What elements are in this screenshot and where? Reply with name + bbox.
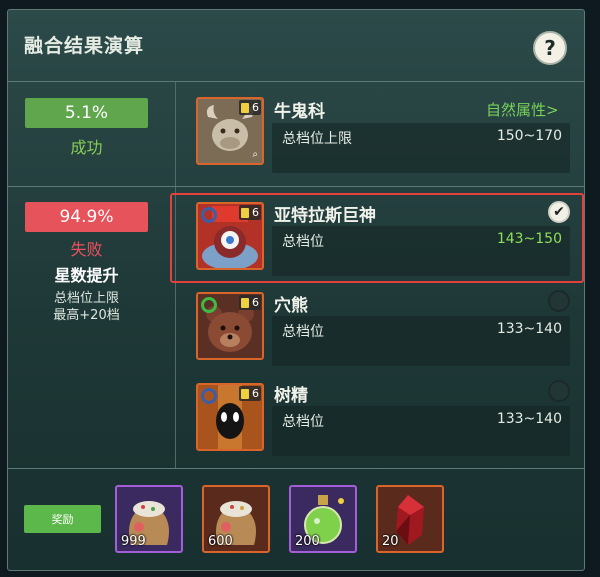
stat-label: 总档位 [282,234,324,250]
level-badge: 6 [239,100,261,115]
stat-row: 总档位 143~150 [272,226,570,276]
monster-portrait[interactable]: 6 [196,202,264,270]
level-badge: 6 [239,386,261,401]
element-ring-icon [201,388,217,404]
select-checkbox[interactable]: ✔ [548,201,570,223]
failure-rate: 94.9% [25,202,148,232]
reward-tab[interactable]: 奖励 [24,505,101,533]
divider [8,81,584,82]
stat-row: 总档位 133~140 [272,316,570,366]
stat-row: 总档位上限 150~170 [272,123,570,173]
level-badge: 6 [239,295,261,310]
monster-portrait[interactable]: 6 [196,383,264,451]
magnifier-icon[interactable]: ⌕ [252,149,258,160]
help-button[interactable]: ? [533,31,567,65]
item-count: 20 [382,534,399,549]
item-count: 999 [121,534,146,549]
monster-name: 牛鬼科 [274,102,325,122]
select-checkbox[interactable] [548,380,570,402]
stat-label: 总档位上限 [282,131,352,147]
success-rate: 5.1% [25,98,148,128]
stat-label: 总档位 [282,414,324,430]
stat-label: 总档位 [282,324,324,340]
element-ring-icon [201,207,217,223]
monster-name: 树精 [274,386,308,406]
item-count: 600 [208,534,233,549]
reward-item[interactable]: 20 [376,485,444,553]
stat-value: 133~140 [496,321,562,337]
monster-portrait[interactable]: 6 ⌕ [196,97,264,165]
reward-item[interactable]: 200 [289,485,357,553]
stat-value: 143~150 [496,231,562,247]
level-badge: 6 [239,205,261,220]
star-upgrade-label: 星数提升 [54,266,119,285]
divider [8,186,584,187]
panel-title: 融合结果演算 [24,35,145,57]
success-label: 成功 [70,138,103,157]
failure-note: 最高+20档 [53,308,120,323]
divider [8,468,584,469]
reward-item[interactable]: 999 [115,485,183,553]
element-ring-icon [201,297,217,313]
stat-value: 133~140 [496,411,562,427]
checkmark-icon: ✔ [553,204,565,220]
monster-portrait[interactable]: 6 [196,292,264,360]
select-checkbox[interactable] [548,290,570,312]
stat-value: 150~170 [496,128,562,144]
failure-label: 失败 [70,240,103,259]
nature-attribute-link[interactable]: 自然属性> [486,99,559,120]
item-count: 200 [295,534,320,549]
stat-row: 总档位 133~140 [272,406,570,456]
monster-name: 亚特拉斯巨神 [274,206,376,226]
divider [175,82,176,186]
monster-name: 穴熊 [274,296,308,316]
reward-item[interactable]: 600 [202,485,270,553]
